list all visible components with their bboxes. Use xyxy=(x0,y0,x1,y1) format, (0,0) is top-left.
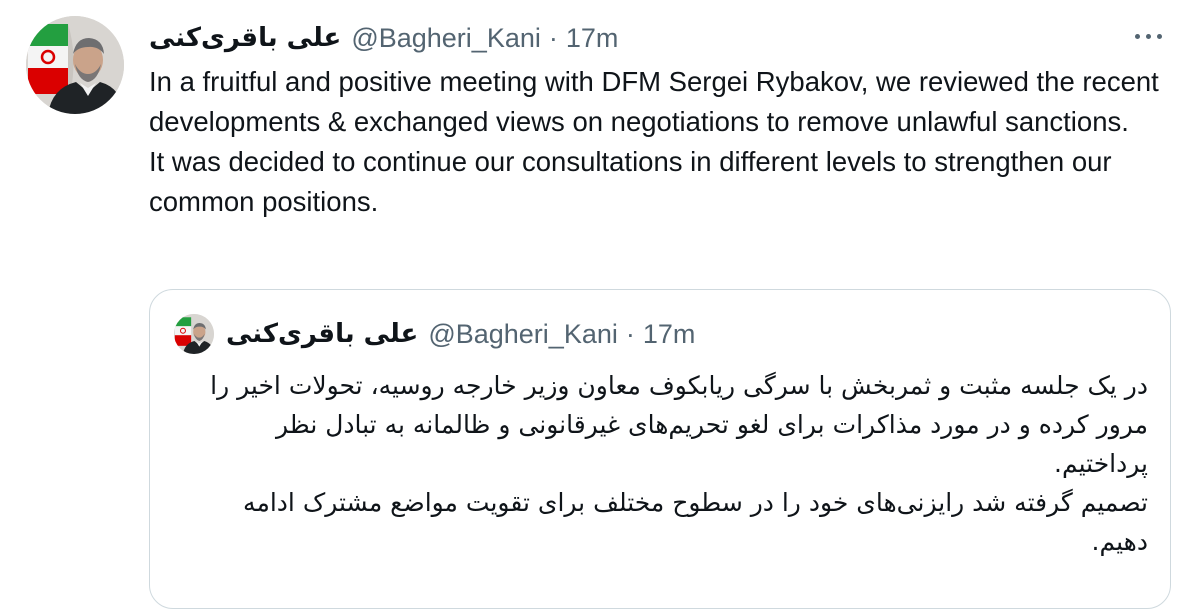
quoted-author-display-name[interactable]: علی باقری‌کنی xyxy=(226,319,418,349)
tweet-timestamp[interactable]: 17m xyxy=(566,23,619,54)
separator-dot: · xyxy=(625,318,635,349)
more-options-button[interactable] xyxy=(1126,22,1170,50)
quoted-tweet-card[interactable]: علی باقری‌کنی @Bagheri_Kani · 17m در یک … xyxy=(149,289,1171,609)
tweet: علی باقری‌کنی @Bagheri_Kani · 17m In a f… xyxy=(0,0,1200,609)
quoted-author-handle[interactable]: @Bagheri_Kani xyxy=(428,319,618,350)
quoted-tweet-paragraph: تصمیم گرفته شد رایزنی‌های خود را در سطوح… xyxy=(243,488,1148,556)
author-display-name[interactable]: علی باقری‌کنی xyxy=(149,23,341,53)
more-horizontal-icon-dot xyxy=(1145,33,1151,39)
tweet-paragraph: It was decided to continue our consultat… xyxy=(149,146,1112,217)
quoted-tweet-header: علی باقری‌کنی @Bagheri_Kani · 17m xyxy=(226,316,695,352)
separator-dot: · xyxy=(548,22,558,53)
more-horizontal-icon-dot xyxy=(1156,33,1162,39)
quoted-author-avatar[interactable] xyxy=(174,314,214,354)
tweet-text: In a fruitful and positive meeting with … xyxy=(149,62,1179,222)
tweet-paragraph: In a fruitful and positive meeting with … xyxy=(149,66,1159,137)
author-handle[interactable]: @Bagheri_Kani xyxy=(351,23,541,54)
quoted-tweet-text: در یک جلسه مثبت و ثمربخش با سرگی ریابکوف… xyxy=(188,366,1148,561)
author-avatar[interactable] xyxy=(26,16,124,114)
tweet-header: علی باقری‌کنی @Bagheri_Kani · 17m xyxy=(149,20,618,56)
quoted-tweet-paragraph: در یک جلسه مثبت و ثمربخش با سرگی ریابکوف… xyxy=(210,371,1148,478)
quoted-tweet-timestamp[interactable]: 17m xyxy=(643,319,696,350)
more-horizontal-icon xyxy=(1134,33,1140,39)
